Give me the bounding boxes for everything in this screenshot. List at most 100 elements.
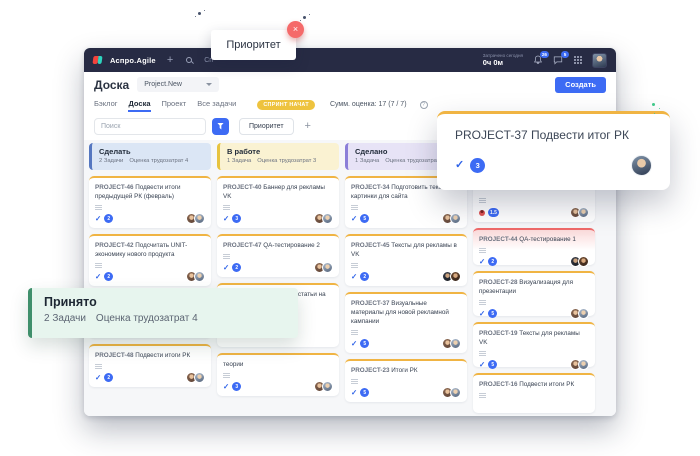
task-title: PROJECT-45 Тексты для рекламы в VK [351, 241, 461, 259]
time-tracker-value: 0ч 0м [483, 58, 523, 67]
tab-backlog[interactable]: Бэклог [94, 97, 117, 112]
check-icon: ✓ [351, 340, 357, 348]
user-avatar[interactable] [592, 53, 607, 68]
description-icon [479, 300, 486, 301]
filter-button[interactable] [212, 118, 229, 135]
chevron-down-icon [206, 83, 212, 86]
task-card[interactable]: теории✓3 [217, 353, 339, 396]
avatars [314, 381, 333, 392]
estimate-badge: 3 [470, 158, 485, 173]
description-icon [351, 263, 358, 264]
notifications-button[interactable]: 26 [532, 55, 543, 66]
apps-menu-button[interactable] [572, 55, 583, 66]
avatar [450, 213, 461, 224]
task-card[interactable]: PROJECT-40 Баннер для рекламы VK✓3 [217, 176, 339, 228]
dragged-task-footer: ✓ 3 [455, 155, 652, 176]
estimate-badge: 3 [232, 382, 241, 391]
grid-icon [574, 56, 582, 64]
notifications-badge: 26 [540, 51, 549, 58]
estimate-badge: 5 [360, 214, 369, 223]
avatars [186, 213, 205, 224]
estimate-badge: 5 [360, 339, 369, 348]
board-selector[interactable]: Project.New [137, 77, 219, 92]
task-card[interactable]: PROJECT-23 Итоги РК✓5 [345, 359, 467, 402]
avatar [631, 155, 652, 176]
task-title: PROJECT-19 Тексты для рекламы VK [479, 329, 589, 347]
column-header[interactable]: В работе 1 ЗадачаОценка трудозатрат 3 [217, 143, 339, 170]
task-card[interactable]: PROJECT-16 Подвести итоги РК [473, 373, 595, 413]
avatars [570, 207, 589, 218]
task-card[interactable]: PROJECT-37 Визуальные материалы для ново… [345, 292, 467, 353]
description-icon [223, 205, 230, 206]
column-estimate: Оценка трудозатрат [385, 158, 439, 164]
estimate-badge: 2 [104, 214, 113, 223]
priority-tooltip: Приоритет × [211, 30, 296, 60]
task-title: PROJECT-46 Подвести итоги предыдущей РК … [95, 183, 205, 201]
description-icon [95, 263, 102, 264]
tab-all-tasks[interactable]: Все задачи [197, 97, 236, 112]
messages-button[interactable]: 5 [552, 55, 563, 66]
estimate-badge: 2 [360, 272, 369, 281]
task-card[interactable]: PROJECT-45 Тексты для рекламы в VK✓2 [345, 234, 467, 286]
board-selector-value: Project.New [144, 81, 182, 88]
task-id: PROJECT-45 [351, 242, 390, 249]
column-meta: 1 ЗадачаОценка трудозатрат 3 [227, 158, 332, 164]
column-title: Сделать [99, 147, 204, 156]
task-card[interactable]: PROJECT-28 Визуализация для презентации✓… [473, 271, 595, 316]
task-id: PROJECT-19 [479, 330, 518, 337]
task-card[interactable]: PROJECT-42 Подсчитать UNIT-экономику нов… [89, 234, 211, 286]
task-id: PROJECT-37 [351, 300, 390, 307]
dragged-task-title: PROJECT-37 Подвести итог РК [455, 128, 652, 142]
priority-filter-chip[interactable]: Приоритет [239, 118, 294, 135]
estimate-badge: 5 [488, 360, 497, 369]
task-card[interactable]: PROJECT-19 Тексты для рекламы VK✓5 [473, 322, 595, 367]
description-icon [223, 373, 230, 374]
info-icon[interactable]: ? [420, 101, 428, 109]
avatars [314, 262, 333, 273]
messages-badge: 5 [561, 51, 569, 58]
task-title: PROJECT-16 Подвести итоги РК [479, 380, 589, 389]
search-input[interactable] [94, 118, 206, 135]
estimate-badge: 2 [488, 257, 497, 266]
dragged-task-card[interactable]: PROJECT-37 Подвести итог РК ✓ 3 [437, 111, 670, 190]
avatar [450, 338, 461, 349]
avatar [578, 256, 589, 267]
add-filter-button[interactable]: + [305, 120, 311, 132]
task-id: PROJECT-34 [351, 184, 390, 191]
create-button[interactable]: Создать [555, 77, 606, 93]
description-icon [479, 248, 486, 249]
task-id: PROJECT-48 [95, 352, 134, 359]
avatars [570, 256, 589, 267]
task-card[interactable]: PROJECT-48 Подвести итоги РК✓2 [89, 344, 211, 387]
task-title: теории [223, 360, 333, 369]
estimate-badge: 2 [104, 272, 113, 281]
description-icon [95, 205, 102, 206]
tab-board[interactable]: Доска [128, 97, 150, 112]
accepted-meta: 2 Задачи Оценка трудозатрат 4 [44, 313, 286, 324]
task-card[interactable]: PROJECT-47 QA-тестирование 2✓2 [217, 234, 339, 277]
task-card[interactable]: PROJECT-44 QA-тестирование 1✓2 [473, 228, 595, 265]
close-icon[interactable]: × [287, 21, 304, 38]
column-header[interactable]: Сделать2 ЗадачиОценка трудозатрат 4 [89, 143, 211, 170]
task-card[interactable]: PROJECT-46 Подвести итоги предыдущей РК … [89, 176, 211, 228]
column-estimate: Оценка трудозатрат 4 [129, 158, 188, 164]
estimate-badge: 5 [360, 388, 369, 397]
priority-tooltip-label: Приоритет [226, 39, 280, 51]
board-column: В работе 1 ЗадачаОценка трудозатрат 3 PROJ… [217, 143, 339, 413]
sparkle-decoration [303, 16, 306, 19]
check-icon: ✓ [351, 215, 357, 223]
avatars [186, 372, 205, 383]
check-icon: ✓ [95, 374, 101, 382]
sprint-summary: Сумм. оценка: 17 (7 / 7) [330, 101, 407, 108]
add-icon[interactable]: + [167, 55, 173, 66]
avatars [442, 213, 461, 224]
search-icon[interactable] [186, 57, 192, 63]
avatars [442, 387, 461, 398]
topbar: Аспро.Agile + Сп Затрачено сегодня 0ч 0м… [84, 48, 616, 72]
column-title: В работе [227, 147, 332, 156]
task-title: PROJECT-23 Итоги РК [351, 366, 461, 375]
avatar [194, 372, 205, 383]
task-footer: 1.5 [479, 207, 589, 218]
tab-project[interactable]: Проект [162, 97, 187, 112]
sparkle-decoration [198, 12, 201, 15]
